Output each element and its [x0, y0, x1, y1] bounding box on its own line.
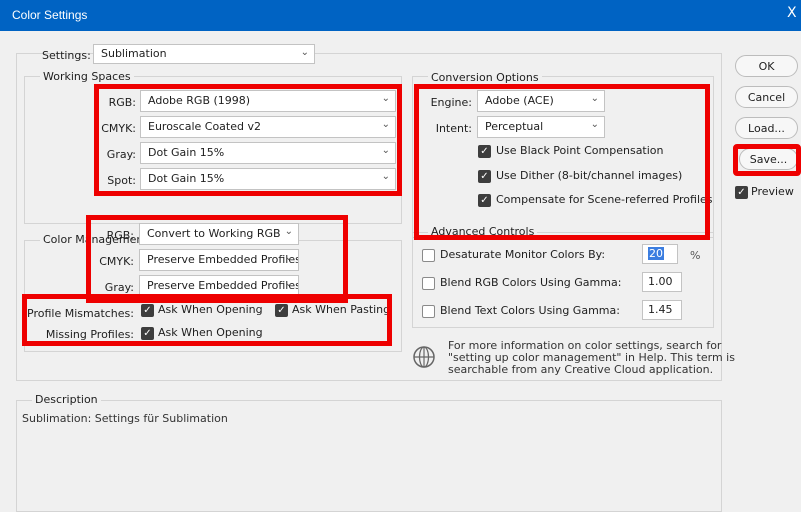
preview-checkbox[interactable]: ✓: [735, 186, 748, 199]
highlight-profile-policies: [22, 294, 392, 346]
highlight-conversion-options: [414, 84, 710, 240]
settings-value: Sublimation: [101, 47, 167, 60]
settings-label: Settings:: [42, 49, 91, 62]
chevron-down-icon: ⌄: [300, 47, 309, 58]
desaturate-input[interactable]: 20: [642, 244, 678, 264]
blend-text-label: Blend Text Colors Using Gamma:: [440, 304, 620, 317]
highlight-working-spaces: [94, 84, 402, 196]
blend-rgb-checkbox[interactable]: [422, 277, 435, 290]
title-bar: Color Settings X: [0, 0, 801, 31]
ok-button[interactable]: OK: [735, 55, 798, 77]
desaturate-label: Desaturate Monitor Colors By:: [440, 248, 606, 261]
desaturate-value: 20: [648, 247, 664, 260]
blend-text-value: 1.45: [648, 303, 673, 316]
description-title: Description: [32, 393, 101, 406]
blend-rgb-label: Blend RGB Colors Using Gamma:: [440, 276, 622, 289]
load-label: Load...: [748, 122, 785, 135]
cancel-label: Cancel: [747, 91, 786, 104]
ok-label: OK: [758, 60, 775, 73]
info-line-3: searchable from any Creative Cloud appli…: [448, 363, 714, 376]
load-button[interactable]: Load...: [735, 117, 798, 139]
conversion-title: Conversion Options: [428, 71, 542, 84]
blend-text-checkbox[interactable]: [422, 305, 435, 318]
blend-rgb-value: 1.00: [648, 275, 673, 288]
window-title: Color Settings: [12, 8, 88, 22]
working-spaces-title: Working Spaces: [40, 70, 134, 83]
blend-rgb-input[interactable]: 1.00: [642, 272, 682, 292]
settings-select[interactable]: Sublimation ⌄: [93, 44, 315, 64]
blend-text-input[interactable]: 1.45: [642, 300, 682, 320]
cancel-button[interactable]: Cancel: [735, 86, 798, 108]
description-text: Sublimation: Settings für Sublimation: [22, 412, 228, 425]
highlight-policies-menus: [86, 215, 348, 303]
desaturate-checkbox[interactable]: [422, 249, 435, 262]
percent-unit: %: [690, 249, 701, 262]
highlight-save-button: [733, 144, 801, 176]
preview-label: Preview: [751, 185, 794, 198]
globe-icon: [413, 346, 435, 368]
close-icon[interactable]: X: [787, 5, 801, 21]
